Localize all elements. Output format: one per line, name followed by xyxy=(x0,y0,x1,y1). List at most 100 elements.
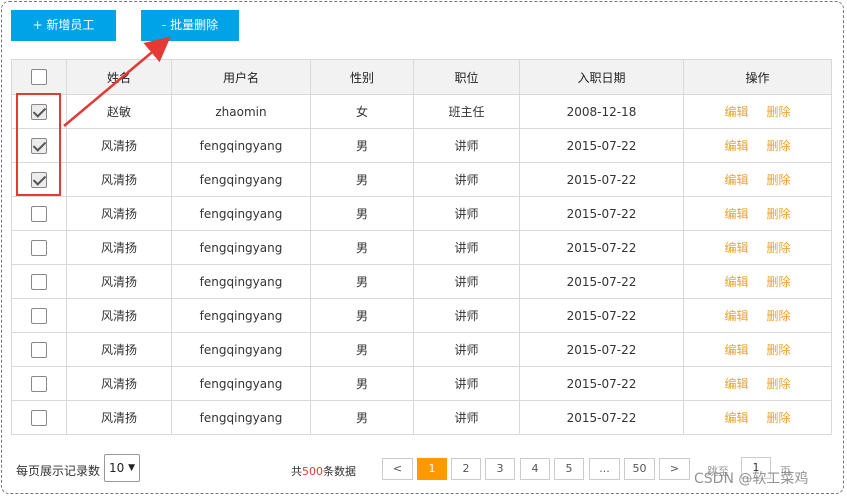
edit-link[interactable]: 编辑 xyxy=(724,309,748,323)
page-button[interactable]: 50 xyxy=(624,458,655,480)
cell-username: fengqingyang xyxy=(171,128,311,163)
cell-gender: 男 xyxy=(310,332,414,367)
cell-actions: 编辑 删除 xyxy=(683,162,832,197)
cell-gender: 男 xyxy=(310,128,414,163)
cell-position: 讲师 xyxy=(413,298,520,333)
cell-position: 讲师 xyxy=(413,366,520,401)
cell-username: fengqingyang xyxy=(171,366,311,401)
total-records: 共500条数据 xyxy=(291,463,356,479)
batch-delete-button[interactable]: - 批量删除 xyxy=(141,10,239,41)
cell-name: 风清扬 xyxy=(66,128,172,163)
delete-link[interactable]: 删除 xyxy=(767,207,791,221)
cell-actions: 编辑 删除 xyxy=(683,400,832,435)
row-select-cell[interactable] xyxy=(11,298,67,333)
page-button[interactable]: 1 xyxy=(417,458,447,480)
cell-hire-date: 2015-07-22 xyxy=(519,298,684,333)
cell-hire-date: 2015-07-22 xyxy=(519,400,684,435)
cell-name: 风清扬 xyxy=(66,366,172,401)
table-row: 风清扬 fengqingyang 男讲师 2015-07-22 编辑 删除 xyxy=(11,366,832,401)
page-button[interactable]: 4 xyxy=(520,458,550,480)
table-row: 赵敏 zhaomin 女班主任 2008-12-18 编辑 删除 xyxy=(11,94,832,129)
cell-username: fengqingyang xyxy=(171,400,311,435)
cell-actions: 编辑 删除 xyxy=(683,128,832,163)
cell-hire-date: 2015-07-22 xyxy=(519,162,684,197)
delete-link[interactable]: 删除 xyxy=(767,139,791,153)
select-all-header[interactable] xyxy=(11,59,67,95)
watermark: CSDN @软工菜鸡 xyxy=(694,471,809,487)
page-button[interactable]: 5 xyxy=(554,458,584,480)
select-all-checkbox[interactable] xyxy=(31,69,47,85)
edit-link[interactable]: 编辑 xyxy=(724,105,748,119)
cell-hire-date: 2015-07-22 xyxy=(519,230,684,265)
cell-username: fengqingyang xyxy=(171,332,311,367)
per-page-value: 10 xyxy=(109,461,125,475)
row-checkbox[interactable] xyxy=(31,273,47,290)
total-suffix: 条数据 xyxy=(323,465,356,478)
row-checkbox[interactable] xyxy=(31,341,47,358)
table-row: 风清扬 fengqingyang 男讲师 2015-07-22 编辑 删除 xyxy=(11,298,832,333)
cell-gender: 男 xyxy=(310,162,414,197)
cell-username: fengqingyang xyxy=(171,196,311,231)
column-header-position: 职位 xyxy=(413,59,520,95)
row-select-cell[interactable] xyxy=(11,366,67,401)
row-checkbox[interactable] xyxy=(31,375,47,392)
column-header-hire-date: 入职日期 xyxy=(519,59,684,95)
edit-link[interactable]: 编辑 xyxy=(724,343,748,357)
next-page-button[interactable]: > xyxy=(659,458,690,480)
delete-link[interactable]: 删除 xyxy=(767,411,791,425)
delete-link[interactable]: 删除 xyxy=(767,343,791,357)
row-checkbox[interactable] xyxy=(31,205,47,222)
edit-link[interactable]: 编辑 xyxy=(724,139,748,153)
cell-actions: 编辑 删除 xyxy=(683,230,832,265)
cell-hire-date: 2015-07-22 xyxy=(519,264,684,299)
cell-username: fengqingyang xyxy=(171,162,311,197)
chevron-down-icon: ▼ xyxy=(128,463,135,473)
delete-link[interactable]: 删除 xyxy=(767,241,791,255)
cell-name: 风清扬 xyxy=(66,196,172,231)
prev-page-button[interactable]: < xyxy=(382,458,413,480)
edit-link[interactable]: 编辑 xyxy=(724,411,748,425)
cell-name: 风清扬 xyxy=(66,298,172,333)
edit-link[interactable]: 编辑 xyxy=(724,207,748,221)
add-employee-button[interactable]: + 新增员工 xyxy=(11,10,116,41)
delete-link[interactable]: 删除 xyxy=(767,275,791,289)
row-select-cell[interactable] xyxy=(11,230,67,265)
cell-name: 风清扬 xyxy=(66,162,172,197)
row-checkbox[interactable] xyxy=(31,239,47,256)
row-select-cell[interactable] xyxy=(11,400,67,435)
cell-actions: 编辑 删除 xyxy=(683,264,832,299)
row-select-cell[interactable] xyxy=(11,196,67,231)
edit-link[interactable]: 编辑 xyxy=(724,173,748,187)
cell-username: fengqingyang xyxy=(171,298,311,333)
page-button[interactable]: 2 xyxy=(451,458,481,480)
cell-username: fengqingyang xyxy=(171,230,311,265)
edit-link[interactable]: 编辑 xyxy=(724,275,748,289)
edit-link[interactable]: 编辑 xyxy=(724,377,748,391)
cell-position: 讲师 xyxy=(413,264,520,299)
cell-position: 讲师 xyxy=(413,128,520,163)
cell-hire-date: 2015-07-22 xyxy=(519,128,684,163)
row-select-cell[interactable] xyxy=(11,264,67,299)
delete-link[interactable]: 删除 xyxy=(767,377,791,391)
table-row: 风清扬 fengqingyang 男讲师 2015-07-22 编辑 删除 xyxy=(11,196,832,231)
row-select-cell[interactable] xyxy=(11,332,67,367)
cell-hire-date: 2008-12-18 xyxy=(519,94,684,129)
row-checkbox[interactable] xyxy=(31,409,47,426)
cell-name: 风清扬 xyxy=(66,332,172,367)
delete-link[interactable]: 删除 xyxy=(767,173,791,187)
page-button[interactable]: 3 xyxy=(485,458,515,480)
cell-gender: 男 xyxy=(310,298,414,333)
delete-link[interactable]: 删除 xyxy=(767,309,791,323)
cell-username: zhaomin xyxy=(171,94,311,129)
cell-position: 讲师 xyxy=(413,332,520,367)
edit-link[interactable]: 编辑 xyxy=(724,241,748,255)
delete-link[interactable]: 删除 xyxy=(767,105,791,119)
table-row: 风清扬 fengqingyang 男讲师 2015-07-22 编辑 删除 xyxy=(11,162,832,197)
cell-hire-date: 2015-07-22 xyxy=(519,366,684,401)
cell-gender: 男 xyxy=(310,196,414,231)
column-header-gender: 性别 xyxy=(310,59,414,95)
per-page-select[interactable]: 10 ▼ xyxy=(104,454,140,482)
checkbox-highlight-box xyxy=(16,93,61,196)
row-checkbox[interactable] xyxy=(31,307,47,324)
cell-position: 班主任 xyxy=(413,94,520,129)
